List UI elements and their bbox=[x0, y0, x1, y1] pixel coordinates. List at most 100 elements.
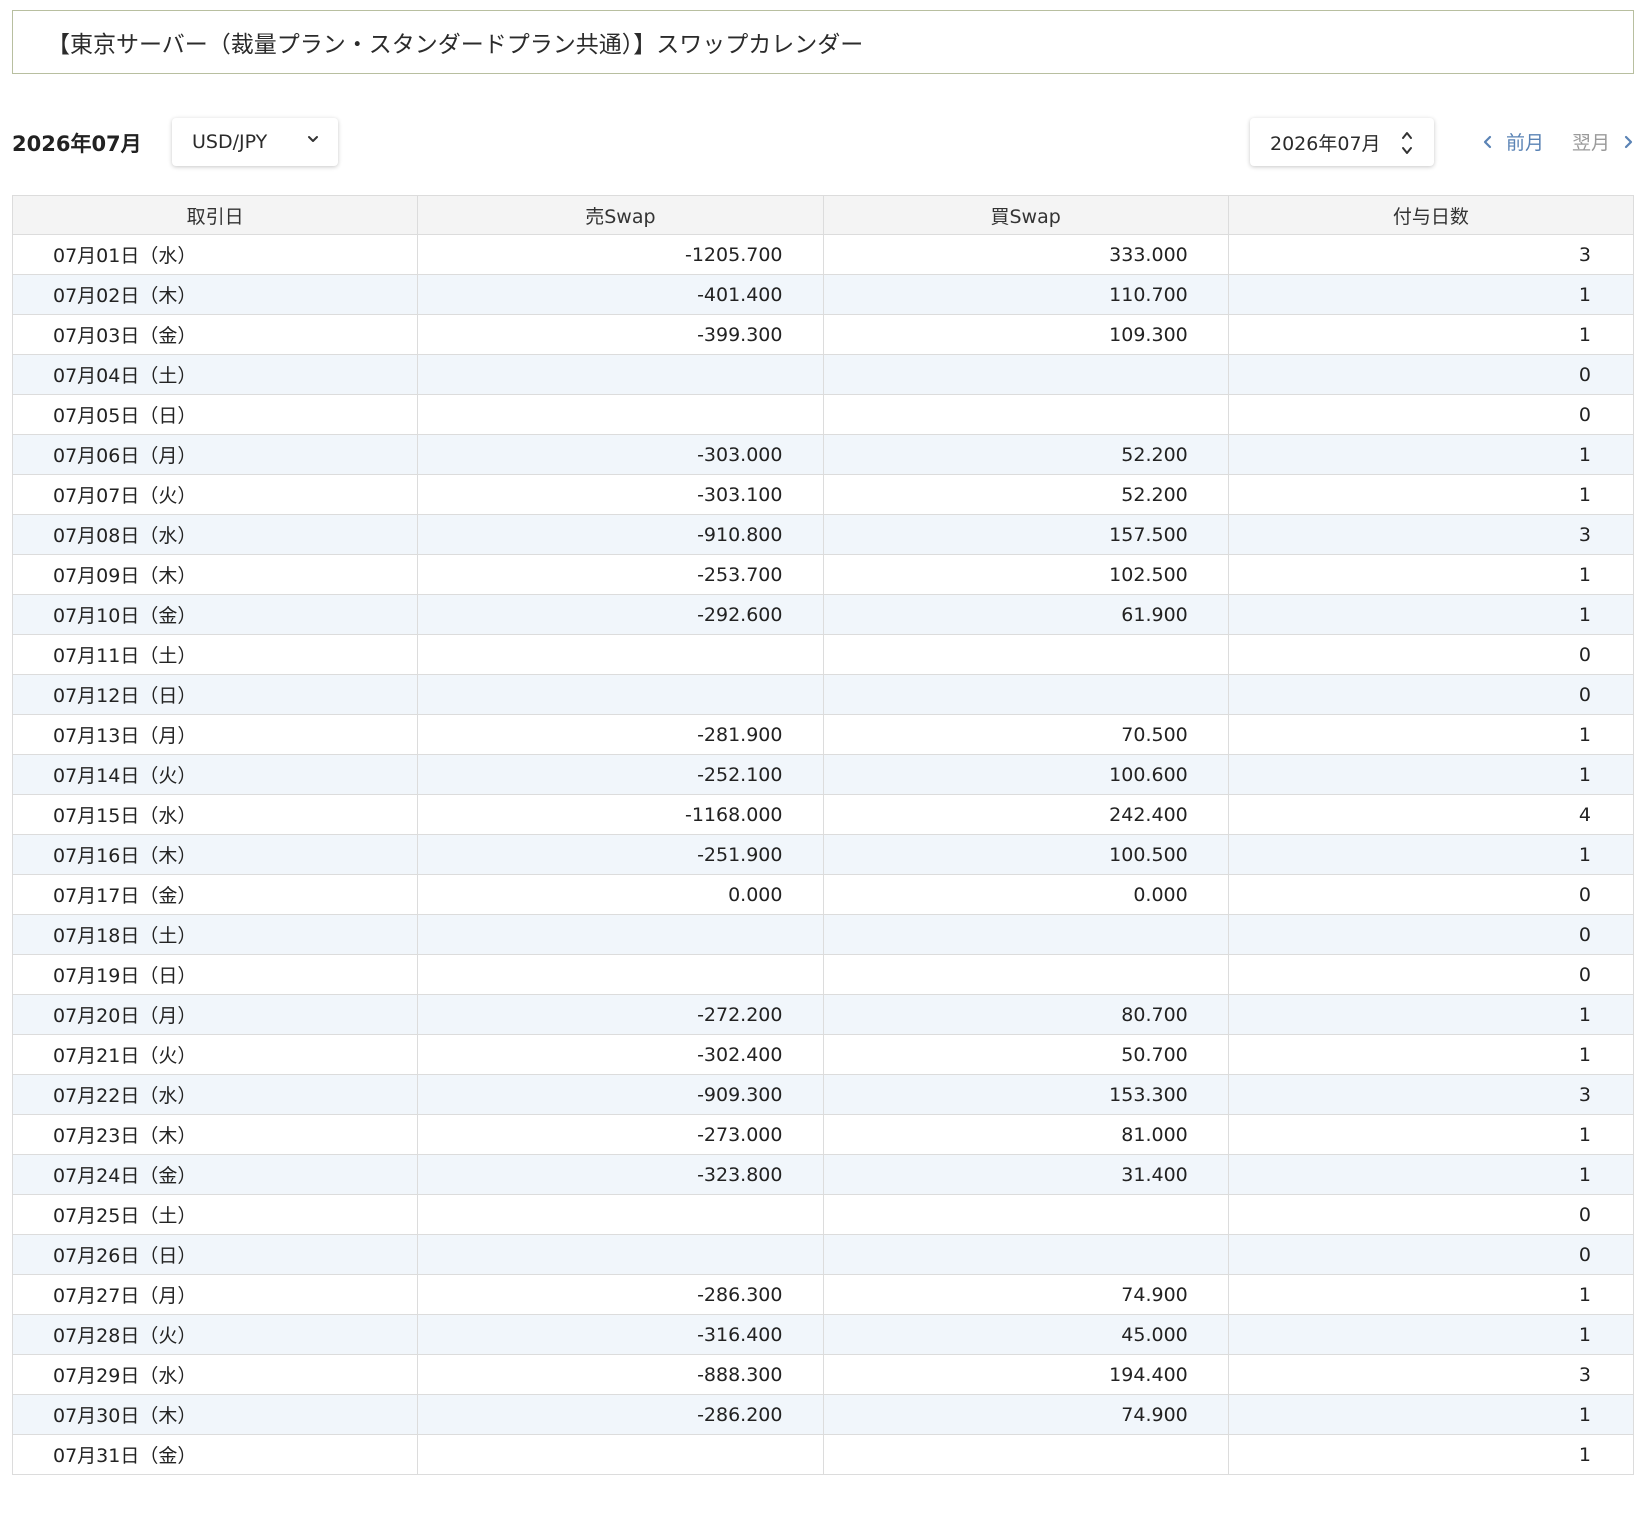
table-row: 07月31日（金） 1 bbox=[11, 1434, 1635, 1475]
chevron-down-icon bbox=[308, 136, 318, 142]
cell-buy-swap: 100.500 bbox=[822, 834, 1229, 875]
cell-trade-date: 07月20日（月） bbox=[11, 994, 419, 1035]
cell-buy-swap: 52.200 bbox=[822, 474, 1229, 515]
cell-grant-days: 1 bbox=[1227, 474, 1635, 515]
cell-grant-days: 3 bbox=[1227, 514, 1635, 555]
cell-trade-date: 07月09日（木） bbox=[11, 554, 419, 595]
cell-sell-swap: -302.400 bbox=[417, 1034, 824, 1075]
cell-sell-swap: -251.900 bbox=[417, 834, 824, 875]
table-row: 07月15日（水） -1168.000 242.400 4 bbox=[11, 794, 1635, 835]
page-title-box: 【東京サーバー（裁量プラン・スタンダードプラン共通）】スワップカレンダー bbox=[12, 10, 1634, 74]
cell-trade-date: 07月03日（金） bbox=[11, 314, 419, 355]
header-buy-swap: 買Swap bbox=[822, 195, 1229, 235]
cell-buy-swap bbox=[822, 914, 1229, 955]
cell-buy-swap: 50.700 bbox=[822, 1034, 1229, 1075]
currency-pair-select[interactable]: USD/JPY bbox=[172, 118, 338, 166]
cell-grant-days: 1 bbox=[1227, 1434, 1635, 1475]
cell-buy-swap: 52.200 bbox=[822, 434, 1229, 475]
cell-sell-swap bbox=[417, 954, 824, 995]
cell-grant-days: 1 bbox=[1227, 274, 1635, 315]
cell-sell-swap bbox=[417, 914, 824, 955]
up-down-arrows-icon[interactable] bbox=[1400, 129, 1414, 157]
cell-buy-swap bbox=[822, 674, 1229, 715]
cell-buy-swap: 109.300 bbox=[822, 314, 1229, 355]
table-header-row: 取引日 売Swap 買Swap 付与日数 bbox=[11, 195, 1635, 235]
cell-trade-date: 07月10日（金） bbox=[11, 594, 419, 635]
cell-grant-days: 0 bbox=[1227, 634, 1635, 675]
cell-sell-swap: -281.900 bbox=[417, 714, 824, 755]
cell-grant-days: 1 bbox=[1227, 434, 1635, 475]
header-grant-days: 付与日数 bbox=[1227, 195, 1635, 235]
table-row: 07月12日（日） 0 bbox=[11, 674, 1635, 715]
table-row: 07月23日（木） -273.000 81.000 1 bbox=[11, 1114, 1635, 1155]
currency-pair-value: USD/JPY bbox=[192, 131, 268, 153]
cell-buy-swap: 70.500 bbox=[822, 714, 1229, 755]
cell-buy-swap: 74.900 bbox=[822, 1394, 1229, 1435]
cell-trade-date: 07月07日（火） bbox=[11, 474, 419, 515]
cell-trade-date: 07月14日（火） bbox=[11, 754, 419, 795]
cell-trade-date: 07月27日（月） bbox=[11, 1274, 419, 1315]
cell-sell-swap: -909.300 bbox=[417, 1074, 824, 1115]
cell-trade-date: 07月15日（水） bbox=[11, 794, 419, 835]
cell-buy-swap: 102.500 bbox=[822, 554, 1229, 595]
swap-calendar-table: 取引日 売Swap 買Swap 付与日数 07月01日（水） -1205.700 3… bbox=[11, 195, 1635, 1475]
prev-month-link[interactable]: 前月 bbox=[1482, 128, 1544, 155]
cell-grant-days: 3 bbox=[1227, 234, 1635, 275]
table-row: 07月09日（木） -253.700 102.500 1 bbox=[11, 554, 1635, 595]
cell-trade-date: 07月05日（日） bbox=[11, 394, 419, 435]
cell-grant-days: 0 bbox=[1227, 954, 1635, 995]
table-body: 07月01日（水） -1205.700 333.000 3 07月02日（木） -401.… bbox=[11, 234, 1635, 1475]
cell-trade-date: 07月22日（水） bbox=[11, 1074, 419, 1115]
cell-sell-swap: -303.000 bbox=[417, 434, 824, 475]
cell-buy-swap: 157.500 bbox=[822, 514, 1229, 555]
table-row: 07月11日（土） 0 bbox=[11, 634, 1635, 675]
cell-sell-swap: -401.400 bbox=[417, 274, 824, 315]
cell-grant-days: 0 bbox=[1227, 354, 1635, 395]
table-row: 07月18日（土） 0 bbox=[11, 914, 1635, 955]
chevron-right-icon bbox=[1624, 135, 1633, 148]
table-row: 07月17日（金） 0.000 0.000 0 bbox=[11, 874, 1635, 915]
cell-grant-days: 1 bbox=[1227, 314, 1635, 355]
cell-grant-days: 1 bbox=[1227, 834, 1635, 875]
cell-buy-swap: 333.000 bbox=[822, 234, 1229, 275]
cell-trade-date: 07月19日（日） bbox=[11, 954, 419, 995]
table-row: 07月05日（日） 0 bbox=[11, 394, 1635, 435]
table-row: 07月06日（月） -303.000 52.200 1 bbox=[11, 434, 1635, 475]
cell-trade-date: 07月24日（金） bbox=[11, 1154, 419, 1195]
cell-trade-date: 07月08日（水） bbox=[11, 514, 419, 555]
cell-buy-swap: 100.600 bbox=[822, 754, 1229, 795]
cell-grant-days: 1 bbox=[1227, 1394, 1635, 1435]
cell-grant-days: 1 bbox=[1227, 714, 1635, 755]
cell-grant-days: 0 bbox=[1227, 1194, 1635, 1235]
table-row: 07月27日（月） -286.300 74.900 1 bbox=[11, 1274, 1635, 1315]
cell-buy-swap: 80.700 bbox=[822, 994, 1229, 1035]
cell-grant-days: 1 bbox=[1227, 1034, 1635, 1075]
table-row: 07月26日（日） 0 bbox=[11, 1234, 1635, 1275]
current-month-label: 2026年07月 bbox=[12, 132, 142, 156]
cell-buy-swap: 242.400 bbox=[822, 794, 1229, 835]
cell-sell-swap bbox=[417, 1434, 824, 1475]
cell-trade-date: 07月01日（水） bbox=[11, 234, 419, 275]
cell-grant-days: 0 bbox=[1227, 674, 1635, 715]
cell-sell-swap bbox=[417, 394, 824, 435]
cell-buy-swap: 153.300 bbox=[822, 1074, 1229, 1115]
cell-sell-swap bbox=[417, 1234, 824, 1275]
cell-trade-date: 07月23日（木） bbox=[11, 1114, 419, 1155]
table-row: 07月28日（火） -316.400 45.000 1 bbox=[11, 1314, 1635, 1355]
table-row: 07月08日（水） -910.800 157.500 3 bbox=[11, 514, 1635, 555]
table-row: 07月24日（金） -323.800 31.400 1 bbox=[11, 1154, 1635, 1195]
cell-grant-days: 3 bbox=[1227, 1074, 1635, 1115]
table-row: 07月13日（月） -281.900 70.500 1 bbox=[11, 714, 1635, 755]
cell-trade-date: 07月17日（金） bbox=[11, 874, 419, 915]
cell-sell-swap: -286.300 bbox=[417, 1274, 824, 1315]
cell-buy-swap: 0.000 bbox=[822, 874, 1229, 915]
cell-trade-date: 07月25日（土） bbox=[11, 1194, 419, 1235]
prev-month-label: 前月 bbox=[1506, 132, 1545, 154]
table-row: 07月16日（木） -251.900 100.500 1 bbox=[11, 834, 1635, 875]
next-month-link[interactable]: 翌月 bbox=[1572, 128, 1634, 155]
month-spinner-value: 2026年07月 bbox=[1270, 132, 1381, 155]
month-spinner[interactable]: 2026年07月 bbox=[1250, 118, 1434, 166]
cell-sell-swap: -1205.700 bbox=[417, 234, 824, 275]
cell-trade-date: 07月06日（月） bbox=[11, 434, 419, 475]
cell-sell-swap: -292.600 bbox=[417, 594, 824, 635]
